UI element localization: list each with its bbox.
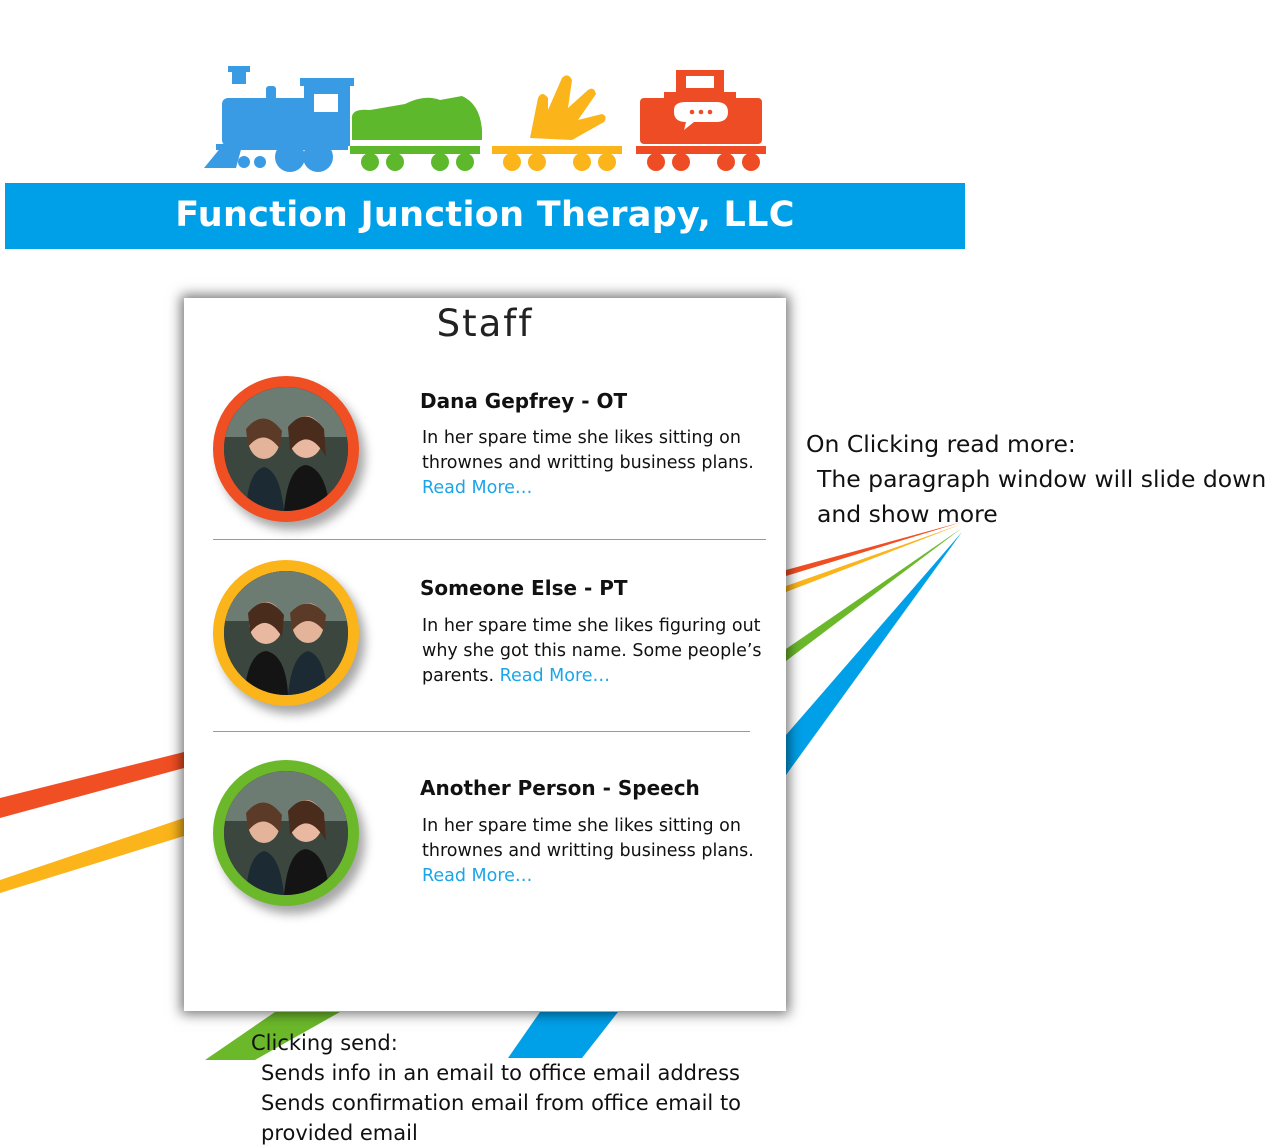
- staff-avatar: [213, 376, 359, 522]
- send-annotation: Clicking send: Sends info in an email to…: [251, 1028, 741, 1148]
- divider: [213, 731, 750, 732]
- yellow-stripe-right: [786, 524, 962, 592]
- hand-icon: [492, 75, 622, 171]
- train-logo: [204, 66, 766, 172]
- caboose-speech-icon: [636, 70, 766, 171]
- train-engine-icon: [204, 66, 354, 172]
- read-more-link[interactable]: Read More…: [500, 666, 610, 686]
- staff-name: Dana Gepfrey - OT: [420, 389, 628, 413]
- annotation-line: and show more: [817, 500, 998, 528]
- annotation-line: Sends info in an email to office email a…: [261, 1061, 740, 1085]
- annotation-line: The paragraph window will slide down: [817, 465, 1267, 493]
- divider: [213, 539, 766, 540]
- red-stripe-left: [0, 752, 184, 818]
- staff-bio-text: In her spare time she likes sitting on t…: [422, 816, 754, 861]
- yellow-stripe-left: [0, 818, 184, 893]
- staff-photo-icon: [224, 387, 348, 511]
- staff-avatar: [213, 560, 359, 706]
- annotation-line: Sends confirmation email from office ema…: [261, 1091, 742, 1115]
- staff-avatar: [213, 760, 359, 906]
- read-more-link[interactable]: Read More…: [422, 478, 532, 498]
- shoe-icon: [350, 96, 482, 171]
- staff-photo-icon: [224, 771, 348, 895]
- header-banner: Function Junction Therapy, LLC: [5, 183, 965, 249]
- staff-photo-icon: [224, 571, 348, 695]
- staff-name: Someone Else - PT: [420, 576, 628, 600]
- staff-panel-title: Staff: [436, 302, 534, 345]
- blue-stripe-right: [786, 532, 962, 775]
- staff-name: Another Person - Speech: [420, 776, 700, 800]
- site-title: Function Junction Therapy, LLC: [175, 195, 795, 235]
- read-more-link[interactable]: Read More…: [422, 866, 532, 886]
- staff-bio-text: In her spare time she likes sitting on t…: [422, 428, 754, 473]
- annotation-heading: On Clicking read more:: [806, 430, 1076, 458]
- staff-bio: In her spare time she likes sitting on t…: [422, 426, 782, 501]
- read-more-annotation: On Clicking read more: The paragraph win…: [806, 427, 1266, 532]
- annotation-line: provided email: [261, 1121, 418, 1145]
- annotation-heading: Clicking send:: [251, 1031, 398, 1055]
- staff-bio: In her spare time she likes figuring out…: [422, 614, 782, 689]
- staff-bio: In her spare time she likes sitting on t…: [422, 814, 782, 889]
